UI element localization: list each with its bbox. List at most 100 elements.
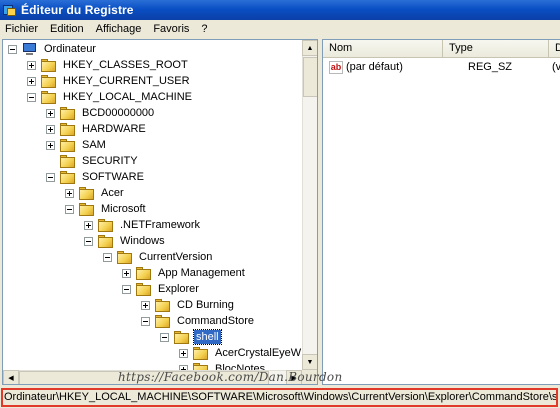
tree-node-label: Ordinateur [44, 43, 96, 55]
tree-node-label: .NETFramework [120, 219, 201, 231]
expand-plus-icon[interactable] [84, 220, 93, 230]
window-title: Éditeur du Registre [21, 3, 134, 17]
folder-icon [79, 202, 95, 216]
column-header-type[interactable]: Type [443, 40, 549, 57]
tree-node[interactable]: Acer [65, 185, 126, 201]
tree-view: Ordinateur HKEY_CLASSES_ROOT HKEY_CURRENT_… [3, 40, 302, 370]
tree-node[interactable]: Windows [84, 233, 167, 249]
tree-node-label: SAM [82, 139, 106, 151]
tree-node-label: Acer [101, 187, 124, 199]
folder-icon [136, 266, 152, 280]
vertical-scroll-thumb[interactable] [303, 57, 317, 97]
collapse-minus-icon[interactable] [160, 332, 169, 342]
value-name: (par défaut) [346, 61, 403, 73]
folder-icon [60, 106, 76, 120]
folder-icon [41, 90, 57, 104]
folder-icon [41, 74, 57, 88]
tree-node-label: HKEY_LOCAL_MACHINE [63, 91, 192, 103]
tree-node-label: HKEY_CLASSES_ROOT [63, 59, 188, 71]
folder-icon [155, 314, 171, 328]
tree-node[interactable]: CommandStore [141, 313, 256, 329]
folder-icon [155, 298, 171, 312]
folder-icon [41, 58, 57, 72]
menu-bar: Fichier Edition Affichage Favoris ? [0, 20, 560, 38]
tree-node[interactable]: CurrentVersion [103, 249, 214, 265]
folder-icon [60, 122, 76, 136]
tree-node[interactable]: BlocNotes [179, 361, 267, 370]
status-bar: Ordinateur\HKEY_LOCAL_MACHINE\SOFTWARE\M… [0, 387, 560, 408]
tree-node-label: Windows [120, 235, 165, 247]
scroll-down-icon[interactable]: ▼ [302, 354, 317, 370]
tree-node[interactable]: BCD00000000 [46, 105, 156, 121]
registry-editor-icon [3, 3, 17, 17]
tree-node-label: HARDWARE [82, 123, 146, 135]
folder-icon [193, 346, 209, 360]
collapse-minus-icon[interactable] [46, 172, 55, 182]
collapse-minus-icon[interactable] [65, 204, 74, 214]
tree-node[interactable]: HKEY_CLASSES_ROOT [27, 57, 190, 73]
list-item[interactable]: ab (par défaut) REG_SZ (v [323, 59, 560, 75]
folder-icon [98, 218, 114, 232]
folder-icon [60, 138, 76, 152]
tree-node[interactable]: HKEY_LOCAL_MACHINE [27, 89, 194, 105]
title-bar: Éditeur du Registre [0, 0, 560, 20]
tree-node[interactable]: Explorer [122, 281, 201, 297]
expand-plus-icon[interactable] [27, 60, 36, 70]
tree-node-label: CommandStore [177, 315, 255, 327]
tree-node[interactable]: CD Burning [141, 297, 236, 313]
column-header-data[interactable]: Donn [549, 40, 560, 57]
folder-icon [60, 170, 76, 184]
expand-plus-icon[interactable] [141, 300, 150, 310]
folder-icon [117, 250, 133, 264]
tree-node[interactable]: Microsoft [65, 201, 148, 217]
folder-icon [60, 154, 76, 168]
tree-node-label: HKEY_CURRENT_USER [63, 75, 190, 87]
tree-node[interactable]: shell [160, 329, 222, 345]
menu-favoris[interactable]: Favoris [147, 23, 195, 35]
string-value-icon: ab [329, 60, 343, 74]
menu-fichier[interactable]: Fichier [0, 23, 44, 35]
value-type: REG_SZ [468, 61, 513, 73]
menu-help[interactable]: ? [195, 23, 213, 35]
tree-node-label: BlocNotes [215, 363, 266, 370]
scroll-left-icon[interactable]: ◀ [3, 370, 19, 384]
tree-vertical-scrollbar[interactable]: ▲ ▼ [302, 40, 317, 370]
tree-node-label: shell [193, 329, 222, 345]
registry-tree-pane: Ordinateur HKEY_CLASSES_ROOT HKEY_CURRENT_… [2, 39, 318, 385]
folder-icon [136, 282, 152, 296]
watermark-text: https://Facebook.com/Dan.Bourdon [118, 370, 343, 384]
column-header-name[interactable]: Nom [323, 40, 443, 57]
tree-node[interactable]: HKEY_CURRENT_USER [27, 73, 192, 89]
tree-node[interactable]: App Management [122, 265, 247, 281]
tree-node[interactable]: SAM [46, 137, 108, 153]
tree-node[interactable]: SOFTWARE [46, 169, 146, 185]
expand-plus-icon[interactable] [27, 76, 36, 86]
status-path: Ordinateur\HKEY_LOCAL_MACHINE\SOFTWARE\M… [1, 388, 558, 407]
expand-plus-icon[interactable] [46, 124, 55, 134]
tree-node[interactable]: SECURITY [46, 153, 140, 169]
expand-plus-icon[interactable] [179, 348, 188, 358]
folder-icon [193, 362, 209, 370]
collapse-minus-icon[interactable] [122, 284, 131, 294]
expand-plus-icon[interactable] [122, 268, 131, 278]
tree-node[interactable]: Ordinateur [8, 41, 98, 57]
collapse-minus-icon[interactable] [27, 92, 36, 102]
collapse-minus-icon[interactable] [141, 316, 150, 326]
tree-node-label: App Management [158, 267, 245, 279]
tree-node[interactable]: HARDWARE [46, 121, 148, 137]
menu-affichage[interactable]: Affichage [90, 23, 148, 35]
expand-plus-icon[interactable] [46, 108, 55, 118]
menu-edition[interactable]: Edition [44, 23, 90, 35]
collapse-minus-icon[interactable] [103, 252, 112, 262]
tree-node-label: AcerCrystalEyeW [215, 347, 302, 359]
value-data: (v [552, 61, 560, 73]
expand-plus-icon[interactable] [65, 188, 74, 198]
expand-plus-icon[interactable] [46, 140, 55, 150]
folder-icon [98, 234, 114, 248]
collapse-minus-icon[interactable] [8, 44, 17, 54]
collapse-minus-icon[interactable] [84, 236, 93, 246]
scroll-up-icon[interactable]: ▲ [302, 40, 317, 56]
tree-node[interactable]: .NETFramework [84, 217, 202, 233]
tree-node-label: SOFTWARE [82, 171, 144, 183]
tree-node[interactable]: AcerCrystalEyeW [179, 345, 302, 361]
